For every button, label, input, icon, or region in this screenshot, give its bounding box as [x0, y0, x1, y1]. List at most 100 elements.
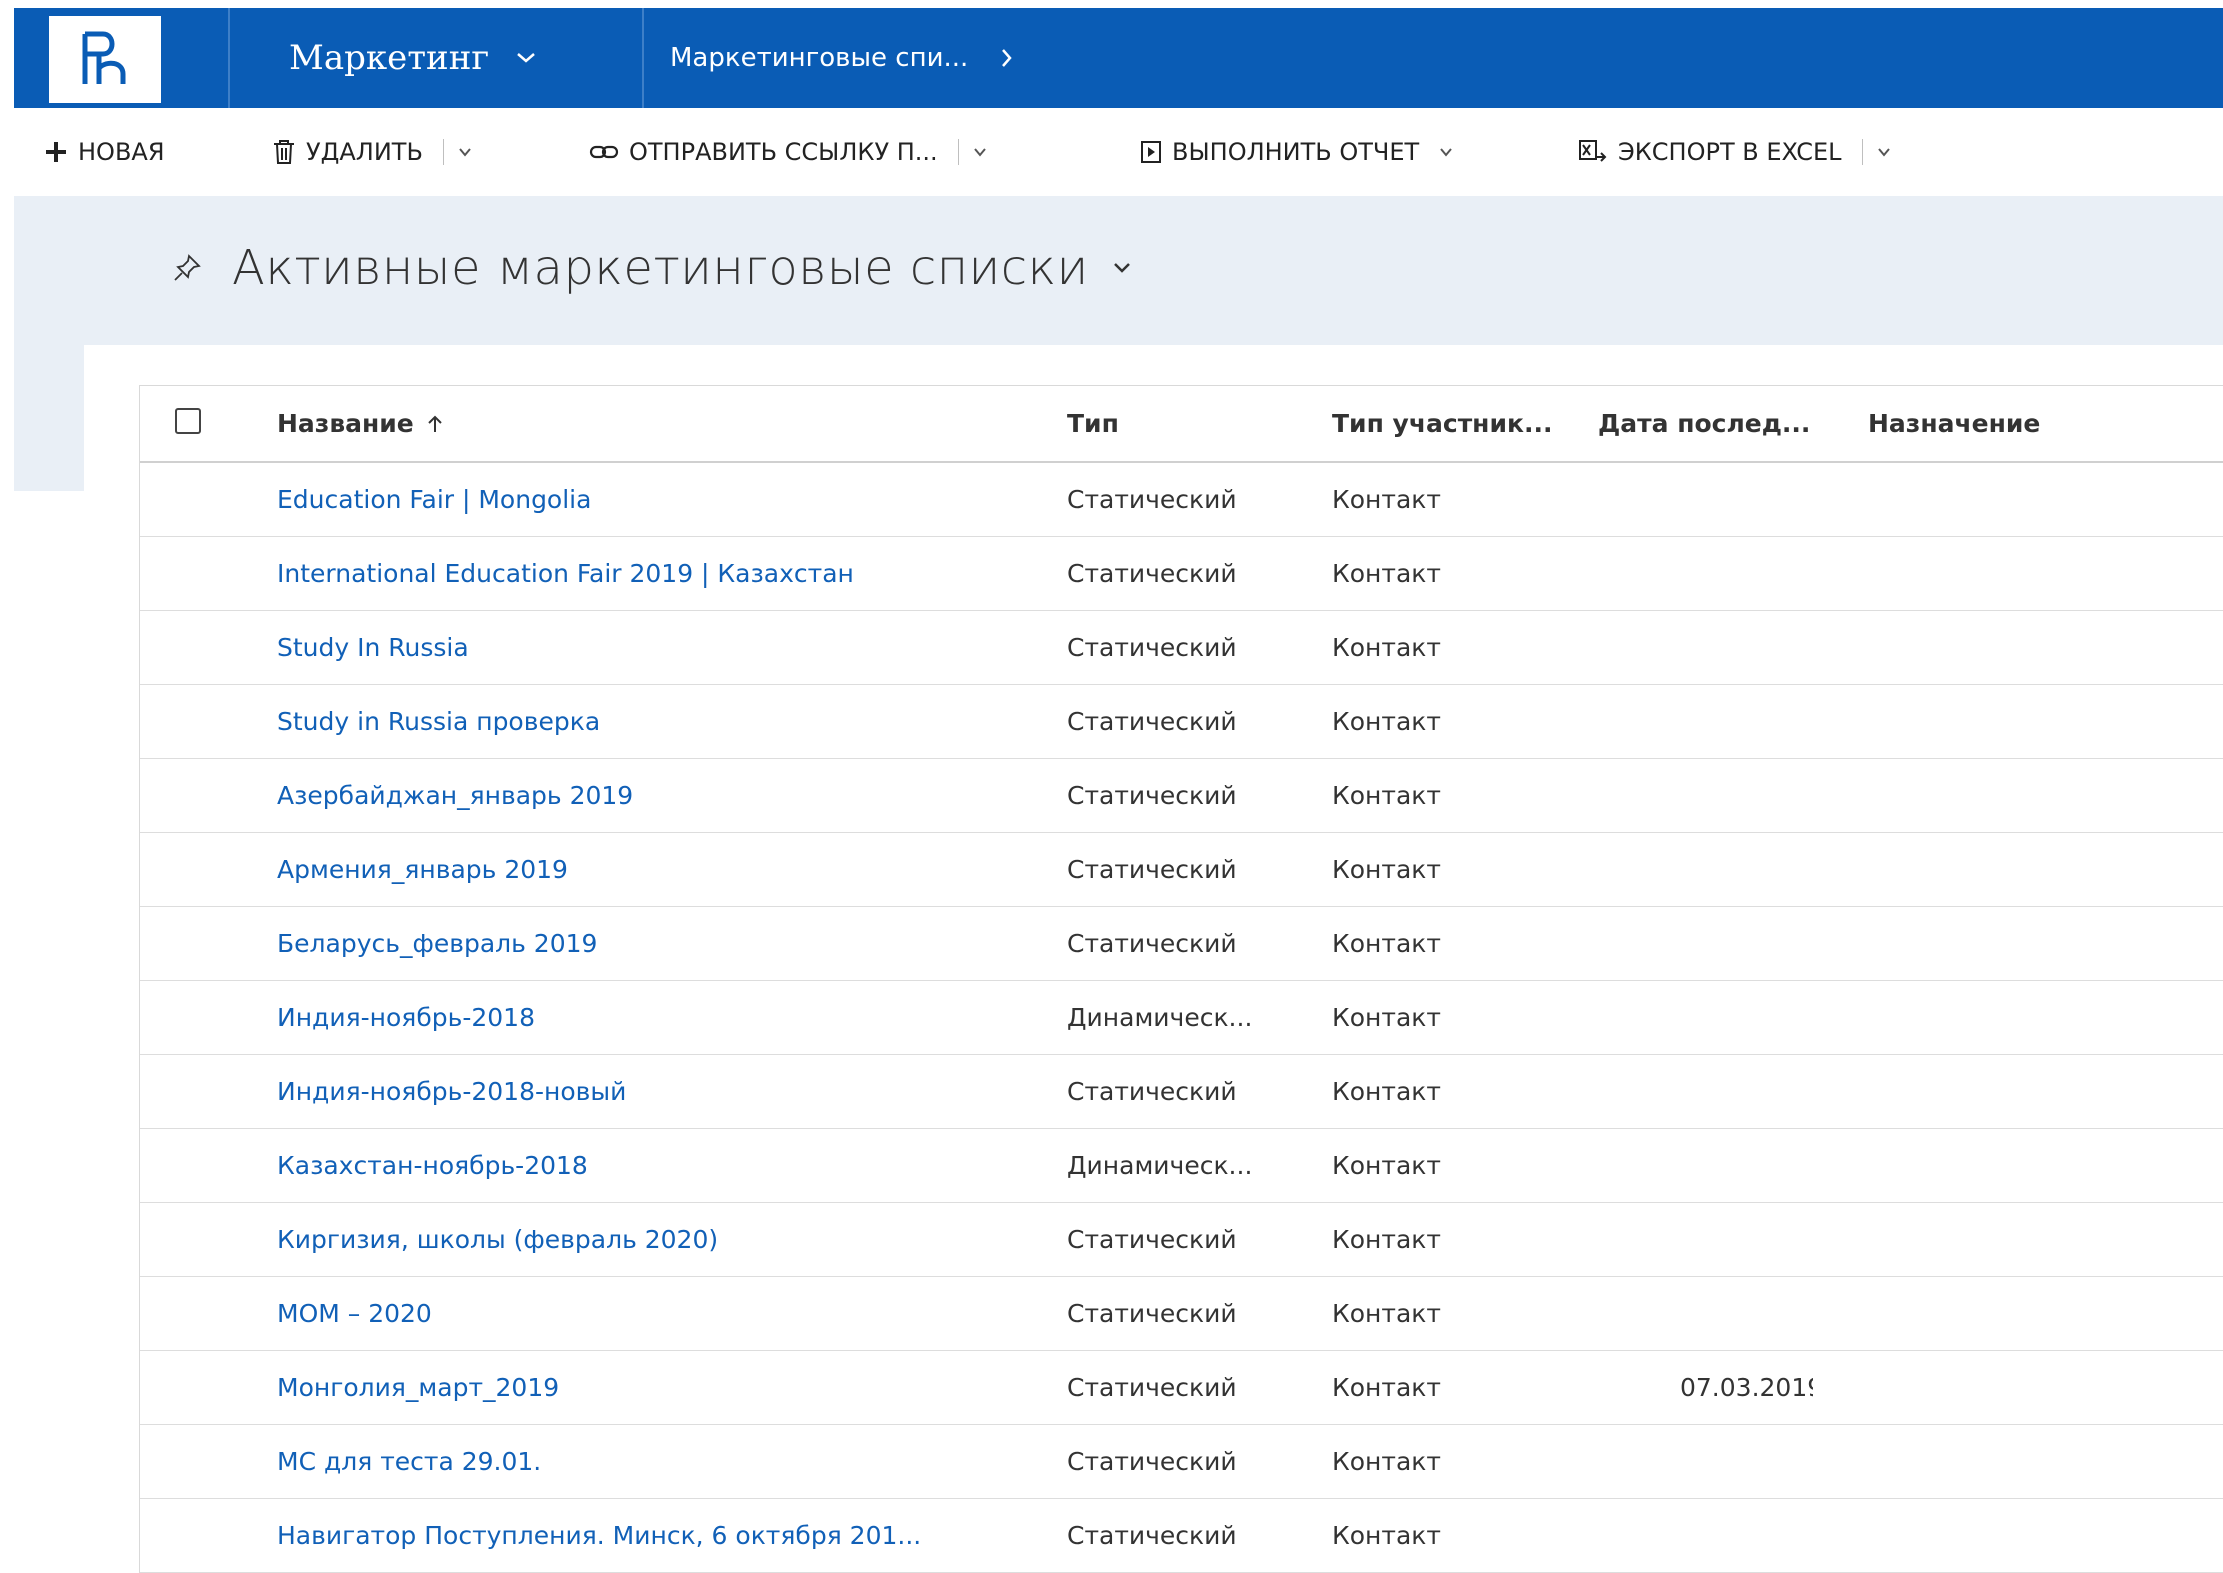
run-report-button[interactable]: ВЫПОЛНИТЬ ОТЧЕТ [1140, 108, 1453, 196]
caret-down-icon[interactable] [1439, 147, 1453, 157]
cell-last-date [1583, 833, 1813, 906]
column-header-type[interactable]: Тип [1067, 386, 1119, 461]
cell-member-type: Контакт [1332, 1425, 1582, 1498]
cell-type-text: Динамическ... [1067, 1151, 1253, 1180]
cell-type-text: Статический [1067, 1373, 1237, 1402]
cell-name-link[interactable]: Армения_январь 2019 [277, 833, 1057, 906]
column-header-last-date[interactable]: Дата послед... [1598, 386, 1810, 461]
cell-type-text: Статический [1067, 707, 1237, 736]
table-row[interactable]: Навигатор Поступления. Минск, 6 октября … [140, 1499, 2223, 1573]
cell-name-link[interactable]: Беларусь_февраль 2019 [277, 907, 1057, 980]
grid-header: Название Тип Тип участник... Дата послед… [140, 386, 2223, 463]
table-row[interactable]: Education Fair | Mongolia Статический Конт… [140, 463, 2223, 537]
cell-name-link[interactable]: Монголия_март_2019 [277, 1351, 1057, 1424]
cell-name-link[interactable]: Киргизия, школы (февраль 2020) [277, 1203, 1057, 1276]
cell-last-date [1583, 685, 1813, 758]
chevron-down-icon[interactable] [1113, 262, 1131, 274]
cell-type: Статический [1067, 1351, 1317, 1424]
cell-member-type-text: Контакт [1332, 1373, 1441, 1402]
new-button[interactable]: НОВАЯ [44, 108, 165, 196]
table-row[interactable]: Беларусь_февраль 2019 Статический Контакт [140, 907, 2223, 981]
table-row[interactable]: Индия-ноябрь-2018 Динамическ... Контакт [140, 981, 2223, 1055]
cell-last-date [1583, 1203, 1813, 1276]
caret-down-icon[interactable] [973, 147, 987, 157]
cell-type-text: Статический [1067, 485, 1237, 514]
table-row[interactable]: Монголия_март_2019 Статический Контакт 07.0… [140, 1351, 2223, 1425]
cell-name-link-text: Education Fair | Mongolia [277, 485, 592, 514]
cell-name-link[interactable]: Индия-ноябрь-2018 [277, 981, 1057, 1054]
cell-member-type: Контакт [1332, 1129, 1582, 1202]
send-link-button[interactable]: ОТПРАВИТЬ ССЫЛКУ П... [589, 108, 987, 196]
cell-name-link[interactable]: МОМ – 2020 [277, 1277, 1057, 1350]
cell-member-type: Контакт [1332, 1203, 1582, 1276]
table-row[interactable]: Армения_январь 2019 Статический Контакт [140, 833, 2223, 907]
cell-type: Статический [1067, 685, 1317, 758]
cell-name-link[interactable]: International Education Fair 2019 | Каза… [277, 537, 1057, 610]
cell-name-link[interactable]: Азербайджан_январь 2019 [277, 759, 1057, 832]
cell-purpose [1868, 1351, 2198, 1424]
send-link-label: ОТПРАВИТЬ ССЫЛКУ П... [629, 138, 938, 166]
cell-type-text: Статический [1067, 633, 1237, 662]
caret-down-icon[interactable] [458, 147, 472, 157]
table-row[interactable]: Индия-ноябрь-2018-новый Статический Контак… [140, 1055, 2223, 1129]
cell-member-type: Контакт [1332, 1277, 1582, 1350]
cell-member-type-text: Контакт [1332, 781, 1441, 810]
breadcrumb[interactable]: Маркетинговые спи... [670, 8, 1014, 108]
cell-type: Динамическ... [1067, 981, 1317, 1054]
cell-purpose [1868, 463, 2198, 536]
cell-name-link[interactable]: Навигатор Поступления. Минск, 6 октября … [277, 1499, 1057, 1572]
cell-member-type-text: Контакт [1332, 1151, 1441, 1180]
cell-purpose [1868, 833, 2198, 906]
cell-name-link[interactable]: Казахстан-ноябрь-2018 [277, 1129, 1057, 1202]
cell-last-date [1583, 981, 1813, 1054]
cell-type: Динамическ... [1067, 1129, 1317, 1202]
export-excel-button[interactable]: ЭКСПОРТ В EXCEL [1578, 108, 1891, 196]
column-header-name[interactable]: Название [277, 386, 444, 461]
area-switcher[interactable]: Маркетинг [289, 8, 537, 108]
pin-icon[interactable] [172, 253, 202, 283]
cell-name-link[interactable]: МС для теста 29.01. [277, 1425, 1057, 1498]
cell-member-type-text: Контакт [1332, 485, 1441, 514]
column-header-member-type[interactable]: Тип участник... [1332, 386, 1552, 461]
cell-member-type: Контакт [1332, 685, 1582, 758]
select-all-checkbox[interactable] [175, 408, 201, 434]
cell-last-date [1583, 1055, 1813, 1128]
caret-down-icon[interactable] [1877, 147, 1891, 157]
cell-name-link[interactable]: Study In Russia [277, 611, 1057, 684]
column-header-purpose[interactable]: Назначение [1868, 386, 2040, 461]
cell-member-type: Контакт [1332, 611, 1582, 684]
table-row[interactable]: International Education Fair 2019 | Каза… [140, 537, 2223, 611]
table-row[interactable]: МС для теста 29.01. Статический Контакт [140, 1425, 2223, 1499]
cell-name-link[interactable]: Study in Russia проверка [277, 685, 1057, 758]
delete-button[interactable]: УДАЛИТЬ [272, 108, 472, 196]
separator [1861, 139, 1863, 165]
delete-label: УДАЛИТЬ [306, 138, 423, 166]
cell-name-link[interactable]: Индия-ноябрь-2018-новый [277, 1055, 1057, 1128]
cell-member-type: Контакт [1332, 1351, 1582, 1424]
cell-name-link-text: International Education Fair 2019 | Каза… [277, 559, 854, 588]
table-row[interactable]: МОМ – 2020 Статический Контакт [140, 1277, 2223, 1351]
cell-type: Статический [1067, 1277, 1317, 1350]
table-row[interactable]: Казахстан-ноябрь-2018 Динамическ... Контак… [140, 1129, 2223, 1203]
cell-purpose [1868, 537, 2198, 610]
separator [957, 139, 959, 165]
chevron-right-icon [1000, 47, 1014, 69]
new-label: НОВАЯ [78, 138, 165, 166]
chevron-down-icon [515, 51, 537, 65]
separator [442, 139, 444, 165]
table-row[interactable]: Study in Russia проверка Статический Конта… [140, 685, 2223, 759]
cell-purpose [1868, 1055, 2198, 1128]
cell-type-text: Статический [1067, 929, 1237, 958]
cell-name-link-text: Армения_январь 2019 [277, 855, 568, 884]
cell-name-link-text: Навигатор Поступления. Минск, 6 октября … [277, 1521, 922, 1550]
cell-member-type: Контакт [1332, 463, 1582, 536]
view-title[interactable]: Активные маркетинговые списки [232, 240, 1089, 296]
hse-logo[interactable] [49, 16, 161, 103]
cell-member-type-text: Контакт [1332, 707, 1441, 736]
table-row[interactable]: Азербайджан_январь 2019 Статический Контак… [140, 759, 2223, 833]
table-row[interactable]: Киргизия, школы (февраль 2020) Статически… [140, 1203, 2223, 1277]
table-row[interactable]: Study In Russia Статический Контакт [140, 611, 2223, 685]
cell-member-type-text: Контакт [1332, 1521, 1441, 1550]
cell-name-link[interactable]: Education Fair | Mongolia [277, 463, 1057, 536]
nav-divider [642, 8, 644, 108]
